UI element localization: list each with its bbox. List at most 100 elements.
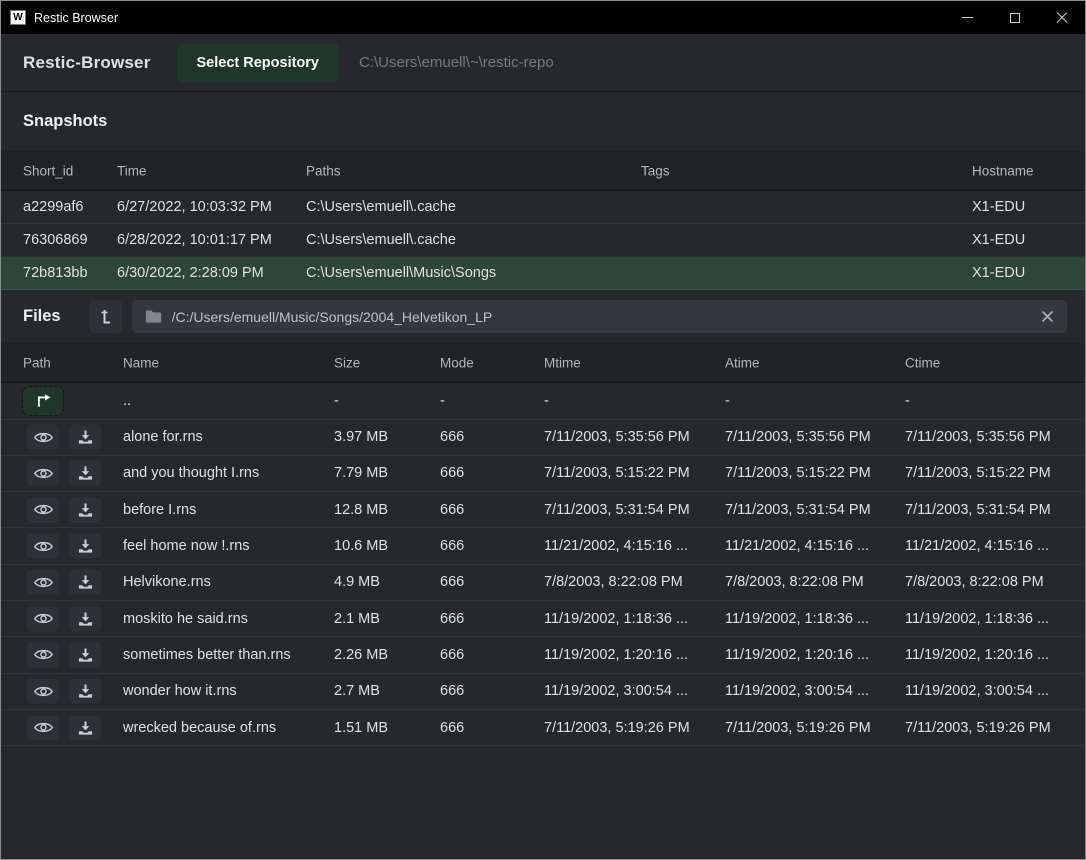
file-mode: 666 [440, 611, 464, 627]
download-file-button[interactable] [69, 642, 101, 667]
file-atime: 7/11/2003, 5:19:26 PM [725, 720, 871, 736]
file-size: 3.97 MB [334, 429, 388, 445]
file-mtime: 7/11/2003, 5:31:54 PM [544, 502, 690, 518]
parent-directory-row: .. - - - - - [1, 383, 1085, 420]
column-size: Size [334, 355, 360, 370]
file-name: wonder how it.rns [123, 683, 237, 699]
snapshot-row[interactable]: 72b813bb 6/30/2022, 2:28:09 PM C:\Users\… [1, 257, 1085, 290]
download-icon [78, 539, 93, 554]
file-name: sometimes better than.rns [123, 647, 291, 663]
column-mtime: Mtime [544, 355, 581, 370]
file-atime: 7/8/2003, 8:22:08 PM [725, 574, 864, 590]
file-mode: 666 [440, 538, 464, 554]
download-file-button[interactable] [69, 570, 101, 595]
files-table-header: Path Name Size Mode Mtime Atime Ctime [1, 343, 1085, 383]
eye-icon [34, 648, 53, 662]
eye-icon [34, 503, 53, 517]
file-mtime: 7/8/2003, 8:22:08 PM [544, 574, 683, 590]
download-file-button[interactable] [69, 715, 101, 740]
parent-dir-name: .. [123, 393, 131, 409]
download-icon [78, 684, 93, 699]
file-atime: 7/11/2003, 5:31:54 PM [725, 502, 871, 518]
snapshots-table-header: Short_id Time Paths Tags Hostname [1, 151, 1085, 191]
file-row: feel home now !.rns 10.6 MB 666 11/21/20… [1, 528, 1085, 564]
file-row: sometimes better than.rns 2.26 MB 666 11… [1, 637, 1085, 673]
preview-file-button[interactable] [27, 606, 59, 631]
file-row: Helvikone.rns 4.9 MB 666 7/8/2003, 8:22:… [1, 565, 1085, 601]
download-file-button[interactable] [69, 606, 101, 631]
file-mode: 666 [440, 429, 464, 445]
file-atime: 7/11/2003, 5:15:22 PM [725, 465, 871, 481]
file-mode: 666 [440, 683, 464, 699]
column-paths: Paths [306, 163, 341, 178]
preview-file-button[interactable] [27, 570, 59, 595]
window-controls [944, 1, 1085, 34]
l-glyph-icon [97, 308, 113, 326]
eye-icon [34, 575, 53, 589]
files-heading: Files [23, 307, 61, 326]
snapshot-time: 6/28/2022, 10:01:17 PM [117, 232, 272, 248]
file-row: alone for.rns 3.97 MB 666 7/11/2003, 5:3… [1, 420, 1085, 456]
latest-snapshot-button[interactable] [89, 300, 122, 333]
file-name: wrecked because of.rns [123, 720, 276, 736]
file-name: alone for.rns [123, 429, 203, 445]
snapshot-short-id: 76306869 [23, 232, 88, 248]
go-up-button[interactable] [23, 387, 63, 415]
snapshot-row[interactable]: a2299af6 6/27/2022, 10:03:32 PM C:\Users… [1, 191, 1085, 224]
download-file-button[interactable] [69, 425, 101, 450]
preview-file-button[interactable] [27, 461, 59, 486]
file-size: 1.51 MB [334, 720, 388, 736]
file-atime: 11/19/2002, 3:00:54 ... [725, 683, 869, 699]
titlebar-left: W Restic Browser [1, 10, 944, 25]
eye-icon [34, 466, 53, 480]
close-button[interactable] [1038, 1, 1085, 34]
snapshot-paths: C:\Users\emuell\.cache [306, 232, 456, 248]
minimize-button[interactable] [944, 1, 991, 34]
preview-file-button[interactable] [27, 715, 59, 740]
file-row: wonder how it.rns 2.7 MB 666 11/19/2002,… [1, 674, 1085, 710]
file-size: 2.1 MB [334, 611, 380, 627]
file-mode: 666 [440, 647, 464, 663]
download-file-button[interactable] [69, 534, 101, 559]
snapshot-row[interactable]: 76306869 6/28/2022, 10:01:17 PM C:\Users… [1, 224, 1085, 257]
file-mtime: 11/19/2002, 1:18:36 ... [544, 611, 688, 627]
files-path-input[interactable] [172, 309, 1031, 325]
preview-file-button[interactable] [27, 679, 59, 704]
file-mode: 666 [440, 574, 464, 590]
preview-file-button[interactable] [27, 534, 59, 559]
file-ctime: 7/11/2003, 5:31:54 PM [905, 502, 1051, 518]
file-ctime: 11/19/2002, 1:20:16 ... [905, 647, 1049, 663]
file-mtime: 7/11/2003, 5:15:22 PM [544, 465, 690, 481]
download-icon [78, 720, 93, 735]
file-name: moskito he said.rns [123, 611, 248, 627]
snapshot-short-id: 72b813bb [23, 265, 88, 281]
download-icon [78, 466, 93, 481]
empty-area [1, 746, 1085, 859]
snapshots-heading: Snapshots [1, 92, 1085, 151]
app-header: Restic-Browser Select Repository C:\User… [1, 34, 1085, 92]
clear-path-button[interactable] [1041, 310, 1054, 323]
download-file-button[interactable] [69, 679, 101, 704]
file-name: feel home now !.rns [123, 538, 250, 554]
close-icon [1056, 12, 1068, 24]
file-mtime: 7/11/2003, 5:35:56 PM [544, 429, 690, 445]
select-repository-button[interactable]: Select Repository [177, 44, 340, 82]
snapshots-table-body: a2299af6 6/27/2022, 10:03:32 PM C:\Users… [1, 191, 1085, 290]
snapshot-hostname: X1-EDU [972, 265, 1025, 281]
download-file-button[interactable] [69, 461, 101, 486]
preview-file-button[interactable] [27, 425, 59, 450]
maximize-button[interactable] [991, 1, 1038, 34]
file-row: before I.rns 12.8 MB 666 7/11/2003, 5:31… [1, 492, 1085, 528]
file-ctime: 7/8/2003, 8:22:08 PM [905, 574, 1044, 590]
files-table-body: alone for.rns 3.97 MB 666 7/11/2003, 5:3… [1, 420, 1085, 747]
preview-file-button[interactable] [27, 497, 59, 522]
file-mtime: 7/11/2003, 5:19:26 PM [544, 720, 690, 736]
preview-file-button[interactable] [27, 642, 59, 667]
snapshot-hostname: X1-EDU [972, 232, 1025, 248]
file-size: 2.26 MB [334, 647, 388, 663]
column-time: Time [117, 163, 147, 178]
parent-dir-mtime: - [544, 393, 549, 409]
files-bar: Files [1, 290, 1085, 343]
download-file-button[interactable] [69, 497, 101, 522]
column-ctime: Ctime [905, 355, 940, 370]
